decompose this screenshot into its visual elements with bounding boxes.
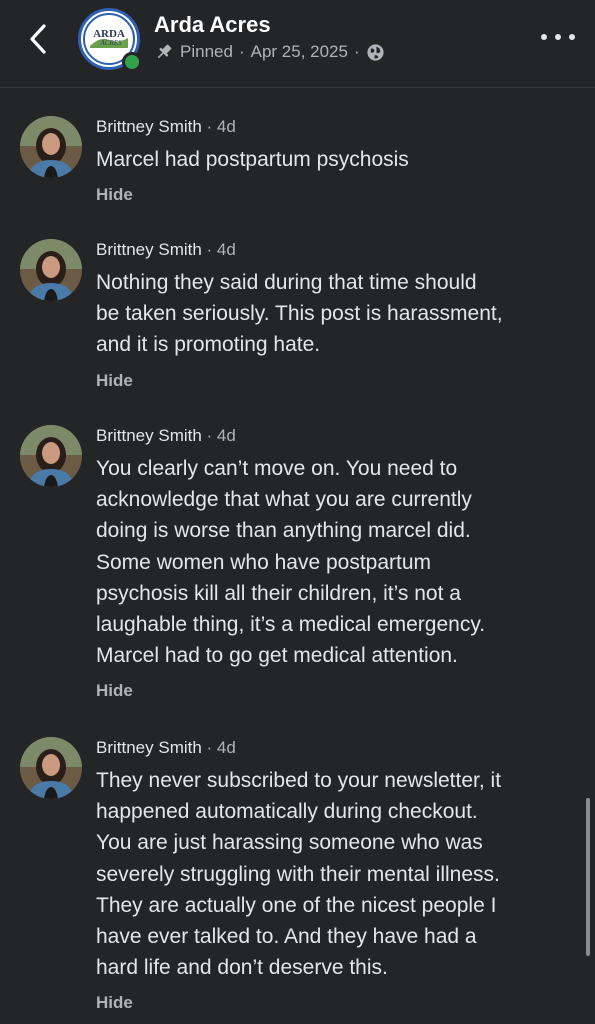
profile-photo-icon — [20, 737, 82, 799]
scrollbar[interactable] — [586, 798, 590, 956]
comment-body: Brittney Smith · 4d They never subscribe… — [96, 737, 576, 1013]
profile-photo-icon — [20, 239, 82, 301]
svg-text:ACRES: ACRES — [100, 39, 122, 47]
comment-author[interactable]: Brittney Smith — [96, 738, 202, 757]
comment-time: · 4d — [206, 240, 236, 259]
comment-body: Brittney Smith · 4d Nothing they said du… — [96, 239, 576, 391]
back-chevron-icon[interactable] — [22, 20, 56, 58]
separator: · — [238, 42, 245, 61]
page-title[interactable]: Arda Acres — [154, 12, 271, 38]
comment-time: · 4d — [206, 426, 236, 445]
globe-icon — [367, 43, 384, 61]
comment-meta: Brittney Smith · 4d — [96, 239, 576, 261]
comment-time: · 4d — [206, 117, 236, 136]
post-subtitle: Pinned · Apr 25, 2025 · — [154, 42, 385, 62]
comment-author[interactable]: Brittney Smith — [96, 117, 202, 136]
more-options-icon[interactable] — [541, 30, 575, 44]
hide-button[interactable]: Hide — [96, 681, 576, 701]
comment-meta: Brittney Smith · 4d — [96, 737, 576, 759]
hide-button[interactable]: Hide — [96, 993, 576, 1013]
online-status-dot — [122, 52, 142, 72]
comment-text: They never subscribed to your newsletter… — [96, 769, 502, 980]
hide-button[interactable]: Hide — [96, 371, 576, 391]
profile-photo-icon — [20, 116, 82, 178]
avatar[interactable] — [20, 737, 82, 799]
comment-text: Nothing they said during that time shoul… — [96, 271, 503, 357]
post-date[interactable]: Apr 25, 2025 — [251, 42, 348, 62]
post-header: ARDA ACRES Arda Acres Pinned · Apr 25, 2… — [0, 0, 595, 88]
avatar[interactable] — [20, 239, 82, 301]
hide-button[interactable]: Hide — [96, 185, 576, 205]
comment-author[interactable]: Brittney Smith — [96, 240, 202, 259]
pinned-label: Pinned — [180, 42, 233, 61]
page-avatar[interactable]: ARDA ACRES — [78, 8, 142, 72]
separator: · — [353, 42, 360, 61]
pin-icon — [157, 44, 172, 59]
comment-author[interactable]: Brittney Smith — [96, 426, 202, 445]
comment-body: Brittney Smith · 4d You clearly can’t mo… — [96, 425, 576, 701]
comment-time: · 4d — [206, 738, 236, 757]
comment-meta: Brittney Smith · 4d — [96, 425, 576, 447]
comment-body: Brittney Smith · 4d Marcel had postpartu… — [96, 116, 576, 205]
comment-text: Marcel had postpartum psychosis — [96, 148, 409, 171]
comment-meta: Brittney Smith · 4d — [96, 116, 576, 138]
avatar[interactable] — [20, 425, 82, 487]
avatar[interactable] — [20, 116, 82, 178]
profile-photo-icon — [20, 425, 82, 487]
comment-text: You clearly can’t move on. You need to a… — [96, 457, 486, 668]
